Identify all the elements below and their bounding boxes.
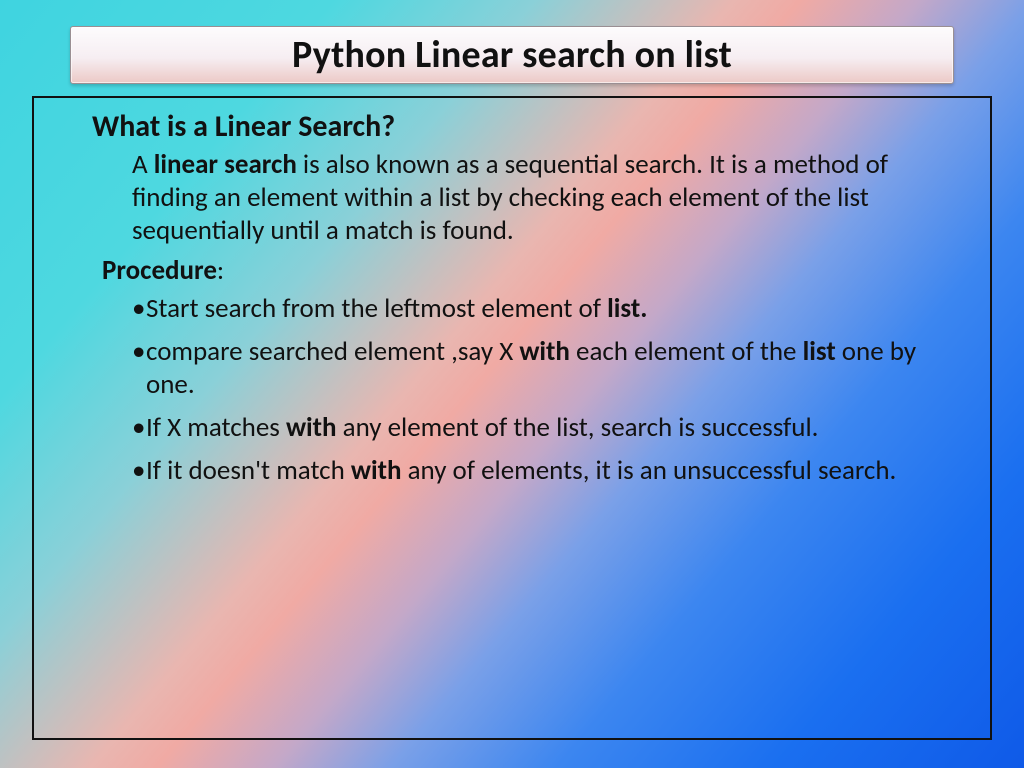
bullet-text: If it doesn't match	[146, 454, 351, 487]
procedure-label: Procedure:	[102, 254, 970, 287]
list-item: If X matches with any element of the lis…	[132, 412, 960, 445]
bullet-text: any element of the list, search is succe…	[337, 411, 819, 444]
bullet-text: any of elements, it is an unsuccessful s…	[401, 454, 896, 487]
bullet-bold: with	[519, 335, 570, 368]
slide-title: Python Linear search on list	[292, 32, 732, 78]
bullet-bold: with	[351, 454, 402, 487]
bullet-bold: list	[803, 335, 836, 368]
bullet-text: If X matches	[146, 411, 286, 444]
definition-paragraph: A linear search is also known as a seque…	[132, 149, 960, 248]
definition-pre: A	[132, 148, 154, 181]
list-item: Start search from the leftmost element o…	[132, 293, 960, 326]
list-item: If it doesn't match with any of elements…	[132, 455, 960, 488]
bullet-text: compare searched element ,say X	[146, 335, 519, 368]
content-frame: What is a Linear Search? A linear search…	[32, 96, 992, 740]
bullet-bold: list.	[607, 292, 647, 325]
list-item: compare searched element ,say X with eac…	[132, 336, 960, 402]
bullet-text: each element of the	[570, 335, 803, 368]
slide-title-box: Python Linear search on list	[70, 26, 954, 84]
definition-bold: linear search	[154, 148, 297, 181]
procedure-label-bold: Procedure	[102, 254, 217, 287]
procedure-label-colon: :	[217, 254, 224, 287]
bullet-text: Start search from the leftmost element o…	[146, 292, 607, 325]
procedure-list: Start search from the leftmost element o…	[132, 293, 960, 488]
bullet-bold: with	[286, 411, 337, 444]
section-heading: What is a Linear Search?	[92, 108, 970, 145]
